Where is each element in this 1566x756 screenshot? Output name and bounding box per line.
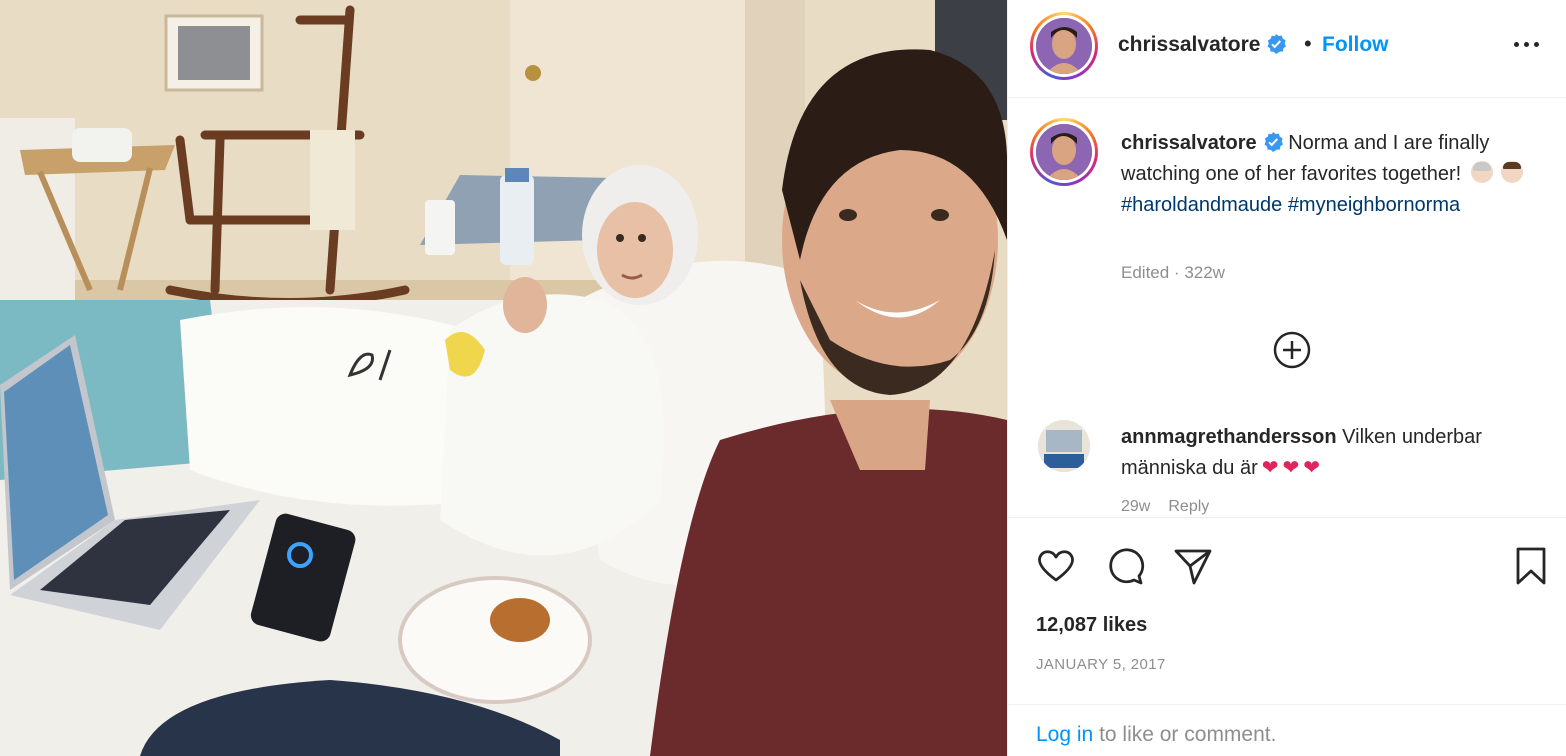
caption-avatar[interactable] [1030, 118, 1098, 186]
verified-badge-icon [1264, 132, 1283, 152]
heart-emoji-icon: ❤ [1282, 457, 1300, 479]
action-bar [1008, 517, 1566, 611]
post-photo[interactable] [0, 0, 1007, 756]
old-woman-emoji-icon [1470, 161, 1493, 183]
comment-icon[interactable] [1104, 545, 1146, 587]
hashtag-link[interactable]: #haroldandmaude [1121, 194, 1282, 216]
login-prompt-text: Log in to like or comment. [1036, 723, 1276, 747]
commenter-avatar[interactable] [1038, 420, 1090, 472]
caption: chrissalvatore Norma and I are finally w… [1121, 128, 1541, 221]
avatar-image [1038, 420, 1090, 472]
login-prompt: Log in to like or comment. [1008, 704, 1566, 756]
heart-emoji-icon: ❤ [1261, 457, 1279, 479]
verified-badge-icon [1267, 34, 1287, 54]
comment-username[interactable]: annmagrethandersson [1121, 426, 1337, 448]
comment-age[interactable]: 29w [1121, 498, 1150, 515]
comment-meta: 29w Reply [1121, 498, 1227, 516]
caption-meta: Edited · 322w [1121, 263, 1225, 282]
reply-button[interactable]: Reply [1168, 498, 1209, 515]
author-username[interactable]: chrissalvatore [1118, 33, 1287, 57]
hashtag-link[interactable]: #myneighbornorma [1288, 194, 1460, 216]
post-header: chrissalvatore • Follow [1008, 0, 1566, 98]
more-options-icon[interactable] [1512, 34, 1542, 56]
heart-icon[interactable] [1035, 545, 1077, 587]
caption-username[interactable]: chrissalvatore [1121, 132, 1257, 154]
share-icon[interactable] [1172, 545, 1214, 587]
comments-section[interactable]: chrissalvatore Norma and I are finally w… [1008, 98, 1566, 516]
likes-count[interactable]: 12,087 likes [1036, 614, 1147, 637]
edited-label: Edited [1121, 263, 1170, 282]
post-photo-illustration [0, 0, 1007, 756]
follow-button[interactable]: Follow [1322, 33, 1389, 57]
bookmark-icon[interactable] [1510, 545, 1552, 587]
login-prompt-rest: to like or comment. [1099, 723, 1277, 746]
avatar-image [1036, 18, 1092, 74]
boy-emoji-icon [1500, 161, 1523, 183]
log-in-link[interactable]: Log in [1036, 723, 1093, 746]
author-avatar[interactable] [1030, 12, 1098, 80]
caption-age[interactable]: 322w [1184, 263, 1225, 282]
separator-dot: • [1304, 31, 1312, 56]
comment: annmagrethandersson Vilken underbar männ… [1121, 422, 1551, 484]
post-date[interactable]: JANUARY 5, 2017 [1036, 656, 1166, 673]
post-details-panel: chrissalvatore • Follow chrissalvatore N… [1007, 0, 1566, 756]
avatar-image [1036, 124, 1092, 180]
heart-emoji-icon: ❤ [1303, 457, 1321, 479]
author-username-text[interactable]: chrissalvatore [1118, 33, 1260, 56]
load-more-comments-icon[interactable] [1272, 330, 1312, 370]
